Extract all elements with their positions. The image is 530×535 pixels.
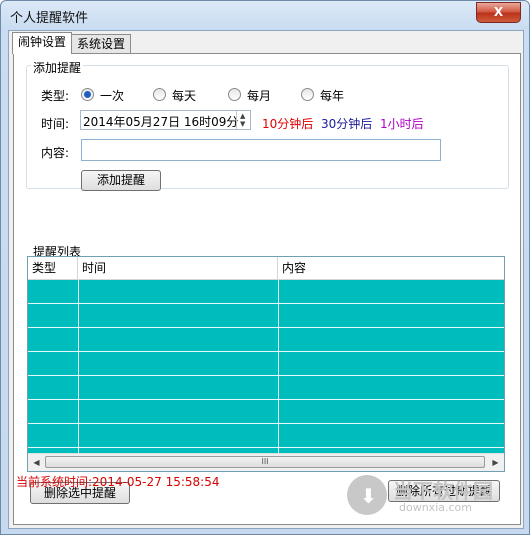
table-row[interactable]: [28, 328, 504, 352]
datetime-picker[interactable]: 2014年05月27日 16时09分 ▲ ▼: [80, 110, 251, 130]
close-button[interactable]: X: [476, 2, 521, 23]
table-row[interactable]: [28, 352, 504, 376]
watermark-name: 当下软件园: [393, 479, 493, 503]
time-label: 时间:: [41, 117, 70, 131]
radio-daily-label[interactable]: 每天: [172, 87, 196, 104]
list-body[interactable]: [28, 280, 504, 453]
tab-label: 系统设置: [77, 37, 126, 51]
grip-icon: III: [261, 457, 269, 466]
tab-panel: 添加提醒 类型: 一次 每天 每月 每年 时间: 2014年05月27日 16时…: [13, 53, 521, 525]
tab-label: 闹钟设置: [18, 35, 67, 49]
radio-monthly-label[interactable]: 每月: [247, 87, 271, 104]
tab-alarm-settings[interactable]: 闹钟设置: [12, 32, 73, 54]
title-bar[interactable]: 个人提醒软件 X: [1, 1, 529, 29]
radio-once[interactable]: [81, 88, 94, 101]
add-reminder-group-title: 添加提醒: [31, 59, 84, 76]
after-1-hour-link[interactable]: 1小时后: [380, 115, 424, 132]
radio-daily[interactable]: [153, 88, 166, 101]
radio-yearly[interactable]: [301, 88, 314, 101]
after-10-min-link[interactable]: 10分钟后: [262, 115, 313, 132]
column-header-content[interactable]: 内容: [278, 257, 504, 279]
horizontal-scrollbar[interactable]: ◀ III ▶: [28, 453, 504, 471]
watermark-domain: downxia.com: [399, 501, 472, 514]
tab-system-settings[interactable]: 系统设置: [71, 34, 132, 54]
add-reminder-button[interactable]: 添加提醒: [81, 170, 161, 191]
spin-down-icon[interactable]: ▼: [240, 120, 245, 128]
table-row[interactable]: [28, 400, 504, 424]
current-time-status: 当前系统时间:2014-05-27 15:58:54: [16, 475, 220, 489]
content-label: 内容:: [41, 146, 70, 160]
column-divider: [278, 280, 279, 453]
spin-up-icon[interactable]: ▲: [240, 112, 245, 120]
watermark: ⬇ 当下软件园 downxia.com: [347, 475, 507, 519]
reminder-list[interactable]: 类型 时间 内容 ◀ III ▶: [27, 256, 505, 472]
column-header-type[interactable]: 类型: [28, 257, 78, 279]
datetime-spinner[interactable]: ▲ ▼: [236, 111, 251, 129]
content-input[interactable]: [81, 139, 441, 161]
datetime-value: 2014年05月27日 16时09分: [83, 115, 239, 129]
scroll-left-icon[interactable]: ◀: [29, 455, 44, 470]
scroll-right-icon[interactable]: ▶: [488, 455, 503, 470]
download-icon: ⬇: [347, 475, 387, 515]
table-row[interactable]: [28, 376, 504, 400]
radio-once-label[interactable]: 一次: [100, 87, 124, 104]
window-title: 个人提醒软件: [10, 11, 89, 26]
table-row[interactable]: [28, 424, 504, 448]
close-icon: X: [493, 5, 504, 19]
app-window: 个人提醒软件 X 闹钟设置 系统设置 添加提醒 类型: 一次 每天 每月 每年 …: [0, 0, 530, 535]
scroll-thumb[interactable]: III: [45, 456, 485, 468]
table-row[interactable]: [28, 280, 504, 304]
radio-monthly[interactable]: [228, 88, 241, 101]
radio-yearly-label[interactable]: 每年: [320, 87, 344, 104]
type-label: 类型:: [41, 89, 70, 103]
list-header: 类型 时间 内容: [28, 257, 504, 280]
column-header-time[interactable]: 时间: [78, 257, 278, 279]
column-divider: [78, 280, 79, 453]
after-30-min-link[interactable]: 30分钟后: [321, 115, 372, 132]
table-row[interactable]: [28, 304, 504, 328]
client-area: 闹钟设置 系统设置 添加提醒 类型: 一次 每天 每月 每年 时间: 2014年…: [8, 30, 524, 529]
